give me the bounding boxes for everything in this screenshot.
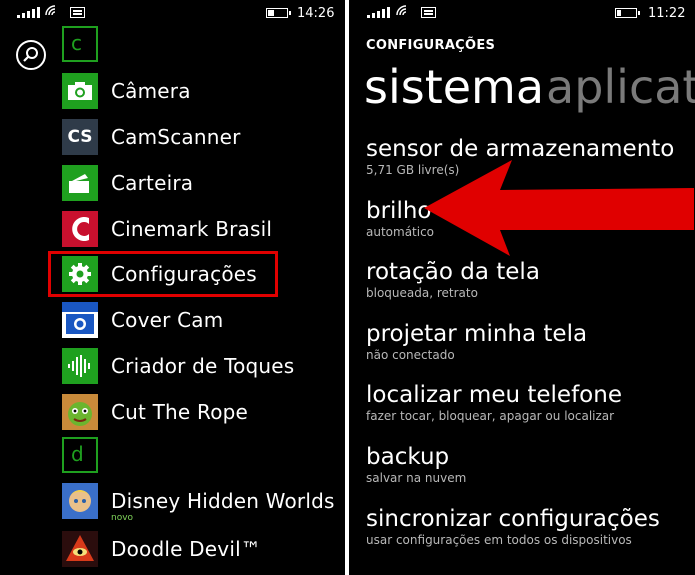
battery-icon [615,8,640,18]
settings-caption: CONFIGURAÇÕES [366,38,496,53]
status-bar: 14:26 [0,0,345,26]
app-name: Cinemark Brasil [111,217,273,241]
setting-title: projetar minha tela [366,321,588,347]
ringtone-icon [62,348,98,384]
signal-icon [367,7,390,18]
app-item-ringtone-maker[interactable]: Criador de Toques [62,347,294,385]
app-name: CamScanner [111,125,241,149]
search-icon [23,47,38,62]
wallet-icon [62,165,98,201]
signal-icon [17,7,40,18]
app-name: Carteira [111,171,194,195]
group-letter-c[interactable]: c [62,26,98,62]
covercam-icon [62,302,98,338]
message-icon [70,7,85,18]
app-name: Criador de Toques [111,354,295,378]
setting-subtitle: não conectado [366,348,455,362]
app-name: Cut The Rope [111,400,249,424]
battery-icon [266,8,291,18]
setting-title: sincronizar configurações [366,506,660,532]
setting-project-screen[interactable]: projetar minha tela não conectado [366,321,587,363]
message-icon [421,7,436,18]
setting-title: rotação da tela [366,259,540,285]
pivot-header-applications[interactable]: aplicati [546,60,695,114]
camera-icon [62,73,98,109]
app-item-cinemark[interactable]: Cinemark Brasil [62,210,272,248]
settings-screen: 11:22 CONFIGURAÇÕES sistema aplicati sen… [349,0,695,575]
setting-subtitle: fazer tocar, bloquear, apagar ou localiz… [366,409,615,423]
wifi-icon [396,5,407,16]
setting-backup[interactable]: backup salvar na nuvem [366,444,466,486]
app-item-doodle-devil[interactable]: Doodle Devil™ [62,530,261,568]
app-item-disney-hidden-worlds[interactable]: Disney Hidden Worlds [62,482,335,520]
app-name: Câmera [111,79,191,103]
highlight-box [48,251,278,297]
pivot-header-system[interactable]: sistema [364,60,544,114]
group-letter-d[interactable]: d [62,437,98,473]
setting-title: localizar meu telefone [366,382,622,408]
setting-sync[interactable]: sincronizar configurações usar configura… [366,506,660,548]
app-name: Disney Hidden Worlds [111,489,335,513]
app-list-screen: 14:26 c Câmera CS CamScanner Carteira Ci… [0,0,345,575]
setting-subtitle: salvar na nuvem [366,471,467,485]
app-name: Doodle Devil™ [111,537,262,561]
clock: 14:26 [297,6,335,21]
app-name: Cover Cam [111,308,224,332]
app-item-camera[interactable]: Câmera [62,72,191,110]
app-item-cover-cam[interactable]: Cover Cam [62,301,223,339]
new-badge: novo [111,513,134,523]
status-bar: 11:22 [349,0,695,26]
app-item-wallet[interactable]: Carteira [62,164,193,202]
setting-subtitle: bloqueada, retrato [366,286,478,300]
cut-the-rope-icon [62,394,98,430]
disney-icon [62,483,98,519]
setting-find-my-phone[interactable]: localizar meu telefone fazer tocar, bloq… [366,382,622,424]
app-item-camscanner[interactable]: CS CamScanner [62,118,241,156]
doodle-devil-icon [62,531,98,567]
cinemark-icon [62,211,98,247]
setting-screen-rotation[interactable]: rotação da tela bloqueada, retrato [366,259,540,301]
clock: 11:22 [648,6,686,21]
setting-subtitle: usar configurações em todos os dispositi… [366,533,632,547]
wifi-icon [45,5,56,16]
setting-title: backup [366,444,450,470]
search-button[interactable] [16,40,46,70]
camscanner-icon: CS [62,119,98,155]
arrow-annotation [424,160,694,256]
app-item-cut-the-rope[interactable]: Cut The Rope [62,393,248,431]
